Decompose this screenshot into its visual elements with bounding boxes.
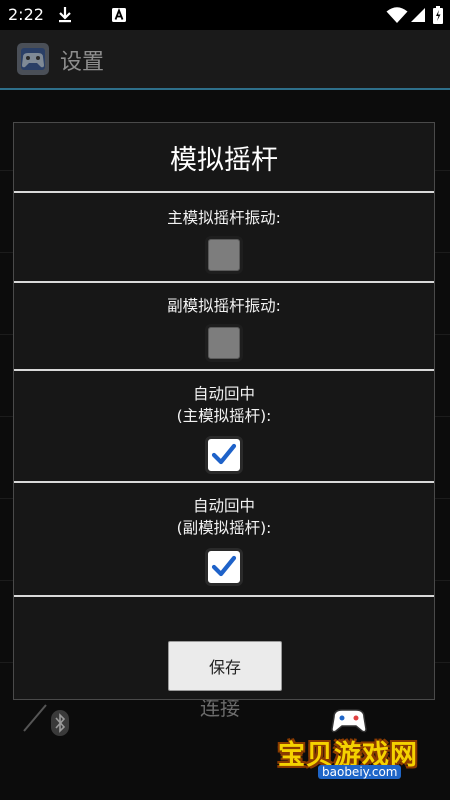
sub-joystick-autocenter-checkbox[interactable]: [205, 548, 243, 586]
font-a-icon: [112, 8, 126, 22]
gamepad-logo-icon: [331, 709, 367, 733]
status-bar: 2:22: [0, 0, 450, 30]
dialog-title: 模拟摇杆: [170, 144, 278, 176]
option-label: 主模拟摇杆振动:: [167, 209, 281, 227]
action-bar-title: 设置: [60, 50, 105, 75]
screen: 2:22 设置 连接 模拟摇杆 主模拟摇杆振动: 副模拟摇杆振动: 自动回中 (…: [0, 0, 450, 800]
sub-joystick-vibration-checkbox[interactable]: [205, 324, 243, 362]
joystick-dialog: 模拟摇杆 主模拟摇杆振动: 副模拟摇杆振动: 自动回中 (主模拟摇杆): 自动回: [13, 122, 435, 700]
watermark: 宝贝游戏网 baobeiy.com: [270, 705, 430, 795]
watermark-url: baobeiy.com: [318, 765, 402, 779]
slash-icon: [23, 704, 47, 732]
option-main-joystick-vibration: 主模拟摇杆振动:: [14, 193, 434, 281]
wifi-icon: [386, 7, 408, 23]
main-joystick-autocenter-checkbox[interactable]: [205, 436, 243, 474]
save-button[interactable]: 保存: [168, 641, 282, 691]
option-label: 副模拟摇杆振动:: [167, 297, 281, 315]
dialog-divider: [14, 595, 434, 597]
option-label: 自动回中 (副模拟摇杆):: [176, 497, 272, 537]
bluetooth-icon: [51, 710, 69, 736]
action-bar: 设置: [0, 30, 450, 90]
download-icon: [59, 7, 71, 23]
option-sub-joystick-autocenter: 自动回中 (副模拟摇杆):: [14, 483, 434, 595]
option-main-joystick-autocenter: 自动回中 (主模拟摇杆):: [14, 371, 434, 481]
status-time: 2:22: [8, 5, 44, 24]
battery-icon: [433, 6, 443, 24]
gamepad-app-icon[interactable]: [16, 42, 50, 76]
main-joystick-vibration-checkbox[interactable]: [205, 236, 243, 274]
signal-icon: [411, 8, 425, 22]
option-label: 自动回中 (主模拟摇杆):: [176, 385, 272, 425]
checkmark-icon: [211, 443, 237, 465]
checkmark-icon: [211, 555, 237, 577]
option-sub-joystick-vibration: 副模拟摇杆振动:: [14, 283, 434, 369]
